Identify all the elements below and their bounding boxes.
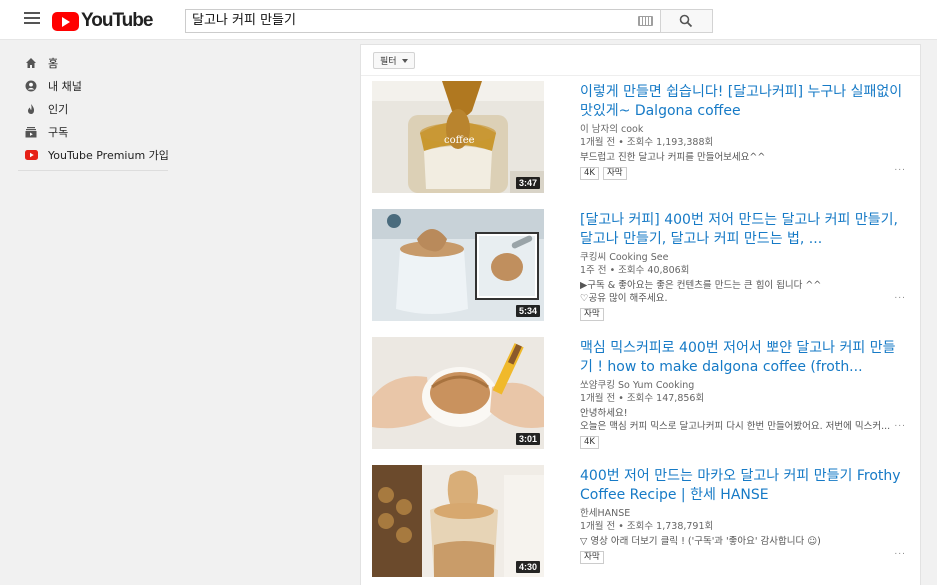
video-thumbnail[interactable]: 4:30: [372, 465, 544, 577]
video-result: 4:30 400번 저어 만드는 마카오 달고나 커피 만들기 Frothy C…: [372, 465, 912, 579]
sidebar-item-label: 구독: [48, 126, 69, 139]
video-meta: 1개월 전 • 조회수 147,856회: [580, 393, 705, 404]
sidebar-item-label: 인기: [48, 103, 69, 116]
sidebar: 홈 내 채널 인기 구독 YouTube Premium 가입: [0, 41, 185, 585]
video-meta: 1주 전 • 조회수 40,806회: [580, 265, 690, 276]
filter-label: 필터: [380, 57, 397, 67]
search-button[interactable]: [660, 9, 713, 33]
sidebar-item-label: 홈: [48, 57, 59, 70]
chevron-down-icon: [401, 58, 408, 63]
more-options-icon[interactable]: ...: [894, 163, 906, 173]
sidebar-item-trending[interactable]: 인기: [24, 99, 68, 119]
search-results-panel: 필터 coffee 3:47 이렇게 만들면 쉽습니다! [달고나커피] 누구나…: [360, 44, 921, 585]
video-badges: 자막: [580, 308, 905, 321]
video-meta: 1개월 전 • 조회수 1,738,791회: [580, 521, 714, 532]
search-input[interactable]: 달고나 커피 만들기: [185, 9, 660, 33]
sidebar-divider: [18, 170, 168, 171]
video-duration: 5:34: [515, 305, 540, 317]
sidebar-item-label: YouTube Premium 가입: [48, 149, 169, 162]
video-thumbnail[interactable]: 3:01: [372, 337, 544, 449]
video-description: 부드럽고 진한 달고나 커피를 만들어보세요^^: [580, 152, 766, 163]
menu-icon[interactable]: [24, 12, 40, 28]
video-title[interactable]: 맥심 믹스커피로 400번 저어서 뽀얀 달고나 커피 만들기 ! how to…: [580, 339, 905, 377]
home-icon: [24, 56, 38, 70]
video-description: ▽ 영상 아래 더보기 클릭 ! ('구독'과 '좋아요' 감사합니다 ☺): [580, 536, 821, 547]
flame-icon: [24, 102, 38, 116]
video-result: 5:34 [달고나 커피] 400번 저어 만드는 달고나 커피 만들기, 달고…: [372, 209, 912, 323]
sidebar-item-youtube-premium[interactable]: YouTube Premium 가입: [24, 145, 169, 165]
sidebar-item-my-channel[interactable]: 내 채널: [24, 76, 82, 96]
video-meta: 1개월 전 • 조회수 1,193,388회: [580, 137, 714, 148]
video-result: coffee 3:47 이렇게 만들면 쉽습니다! [달고나커피] 누구나 실패…: [372, 81, 912, 195]
channel-name[interactable]: 쿠킹씨 Cooking See: [580, 251, 905, 264]
video-description-line2: ♡공유 많이 해주세요.: [580, 293, 668, 304]
subscriptions-icon: [24, 125, 38, 139]
more-options-icon[interactable]: ...: [894, 291, 906, 301]
keyboard-icon[interactable]: [638, 16, 653, 26]
video-badges: 4K 자막: [580, 167, 905, 180]
video-info: 이렇게 만들면 쉽습니다! [달고나커피] 누구나 실패없이 맛있게~ Dalg…: [580, 83, 905, 180]
sidebar-item-label: 내 채널: [48, 80, 82, 93]
video-duration: 4:30: [515, 561, 540, 573]
youtube-premium-icon: [24, 148, 38, 162]
account-icon: [24, 79, 38, 93]
video-description-line2: 오늘은 맥심 커피 믹스로 달고나커피 다시 한번 만들어봤어요. 저번에 믹스…: [580, 421, 891, 432]
video-info: [달고나 커피] 400번 저어 만드는 달고나 커피 만들기, 달고나 만들기…: [580, 211, 905, 321]
video-info: 맥심 믹스커피로 400번 저어서 뽀얀 달고나 커피 만들기 ! how to…: [580, 339, 905, 449]
more-options-icon[interactable]: ...: [894, 547, 906, 557]
video-title[interactable]: 이렇게 만들면 쉽습니다! [달고나커피] 누구나 실패없이 맛있게~ Dalg…: [580, 83, 905, 121]
divider: [361, 75, 920, 76]
badge: 자막: [602, 167, 627, 180]
video-thumbnail[interactable]: 5:34: [372, 209, 544, 321]
search-icon: [679, 14, 693, 28]
video-duration: 3:47: [515, 177, 540, 189]
channel-name[interactable]: 이 남자의 cook: [580, 123, 905, 136]
top-header: YouTube KR 달고나 커피 만들기: [0, 0, 937, 40]
video-description: 안녕하세요!: [580, 408, 628, 419]
logo-text: YouTube: [81, 10, 153, 31]
badge: 4K: [580, 167, 599, 180]
video-title[interactable]: [달고나 커피] 400번 저어 만드는 달고나 커피 만들기, 달고나 만들기…: [580, 211, 905, 249]
sidebar-item-home[interactable]: 홈: [24, 53, 58, 73]
youtube-play-icon: [52, 11, 79, 31]
thumbnail-text: coffee: [444, 135, 475, 146]
badge: 자막: [580, 551, 604, 564]
channel-name[interactable]: 한세HANSE: [580, 507, 905, 520]
badge: 4K: [580, 436, 599, 449]
youtube-logo[interactable]: YouTube KR: [52, 8, 196, 32]
video-duration: 3:01: [515, 433, 540, 445]
badge: 자막: [580, 308, 604, 321]
channel-name[interactable]: 쏘얌쿠킹 So Yum Cooking: [580, 379, 905, 392]
more-options-icon[interactable]: ...: [894, 419, 906, 429]
video-description: ▶구독 & 좋아요는 좋은 컨텐츠를 만드는 큰 힘이 됩니다 ^^: [580, 280, 822, 291]
video-result: 3:01 맥심 믹스커피로 400번 저어서 뽀얀 달고나 커피 만들기 ! h…: [372, 337, 912, 451]
filter-button[interactable]: 필터: [373, 52, 415, 69]
sidebar-item-subscriptions[interactable]: 구독: [24, 122, 68, 142]
video-info: 400번 저어 만드는 마카오 달고나 커피 만들기 Frothy Coffee…: [580, 467, 905, 564]
video-title[interactable]: 400번 저어 만드는 마카오 달고나 커피 만들기 Frothy Coffee…: [580, 467, 905, 505]
video-badges: 4K: [580, 436, 905, 449]
video-thumbnail[interactable]: coffee 3:47: [372, 81, 544, 193]
video-badges: 자막: [580, 551, 905, 564]
